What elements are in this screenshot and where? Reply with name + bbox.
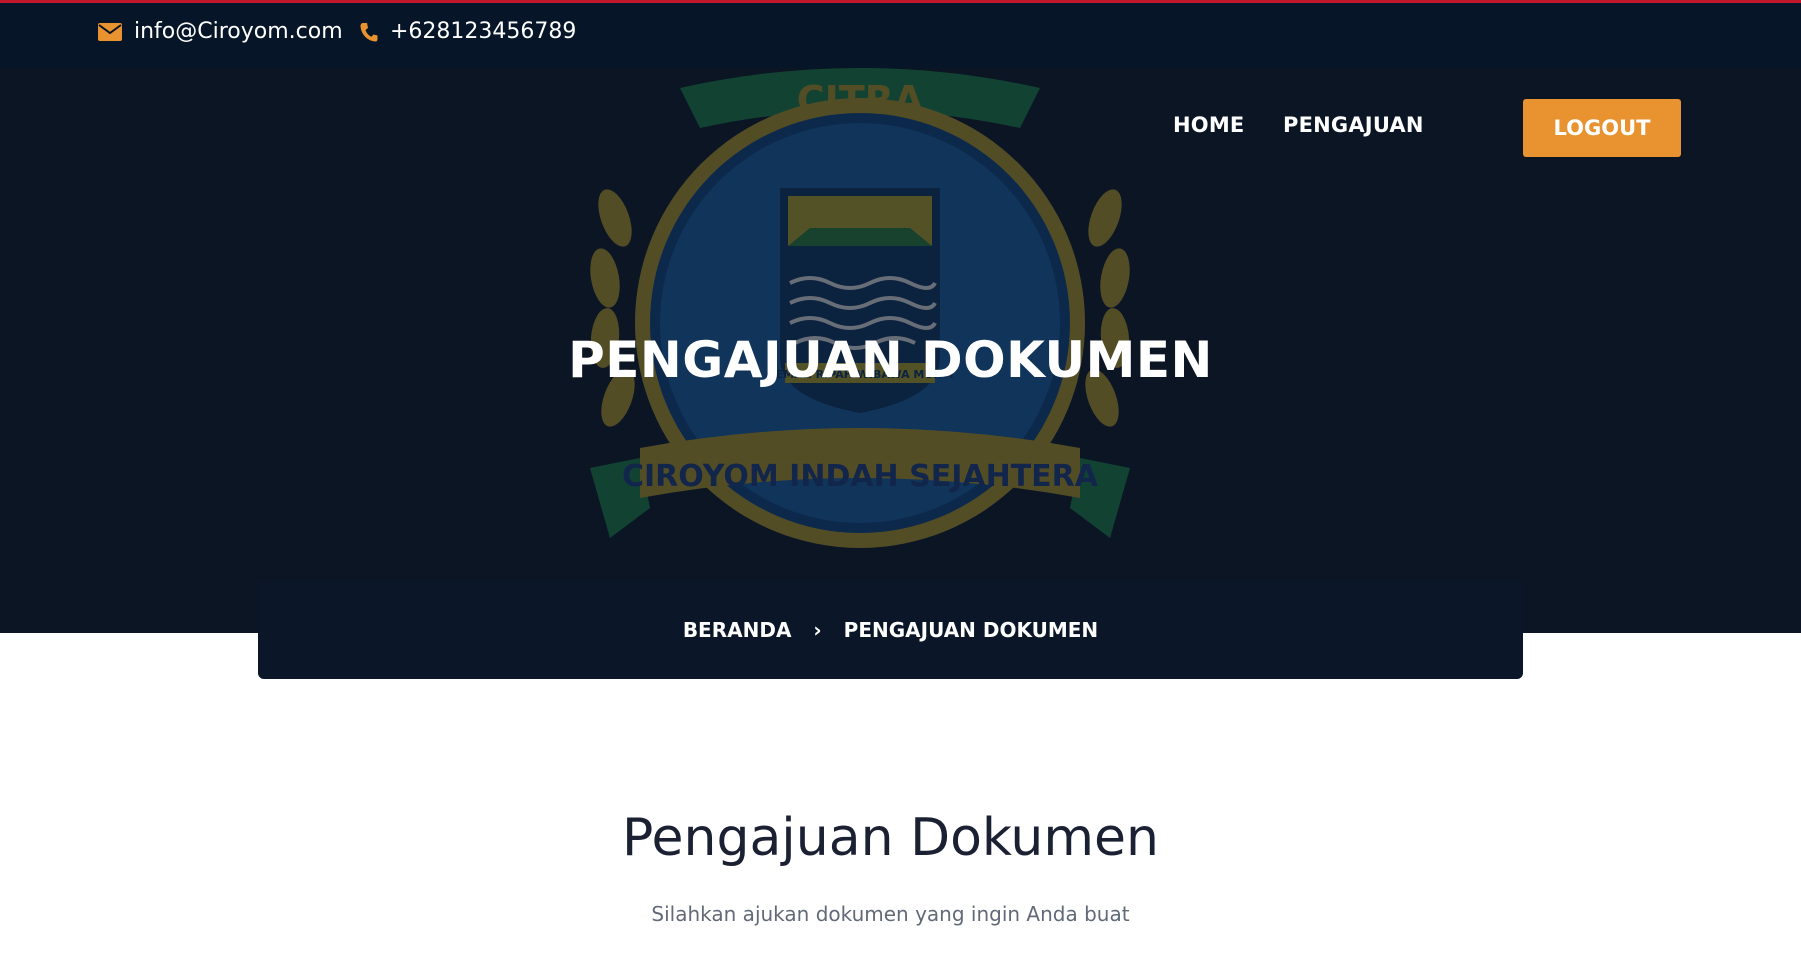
breadcrumb-current: PENGAJUAN DOKUMEN — [843, 618, 1099, 642]
section-title: Pengajuan Dokumen — [621, 808, 1159, 868]
hero-banner: CITRA GEMAH RIPAH WIBAWA MUKTI CIROYOM I… — [0, 68, 1801, 633]
citra-emblem-logo: CITRA GEMAH RIPAH WIBAWA MUKTI CIROYOM I… — [590, 68, 1130, 548]
contact-email-text[interactable]: info@Ciroyom.com — [134, 19, 343, 44]
contact-phone-text[interactable]: +628123456789 — [390, 19, 576, 44]
nav-pengajuan-link[interactable]: PENGAJUAN — [1283, 113, 1424, 137]
breadcrumb-home-link[interactable]: BERANDA — [683, 618, 792, 642]
section-subtitle: Silahkan ajukan dokumen yang ingin Anda … — [651, 902, 1130, 926]
svg-text:CIROYOM INDAH SEJAHTERA: CIROYOM INDAH SEJAHTERA — [622, 459, 1099, 494]
phone-icon — [360, 22, 378, 42]
top-contact-bar: info@Ciroyom.com +628123456789 — [0, 0, 1801, 68]
contact-phone[interactable]: +628123456789 — [360, 19, 576, 44]
hero-title: PENGAJUAN DOKUMEN — [568, 331, 1213, 389]
nav-home-link[interactable]: HOME — [1173, 113, 1244, 137]
chevron-right-icon: › — [813, 618, 822, 642]
breadcrumb: BERANDA › PENGAJUAN DOKUMEN — [258, 581, 1523, 679]
contact-email[interactable]: info@Ciroyom.com — [98, 19, 343, 44]
logout-button[interactable]: LOGOUT — [1523, 99, 1681, 157]
envelope-icon — [98, 22, 122, 41]
